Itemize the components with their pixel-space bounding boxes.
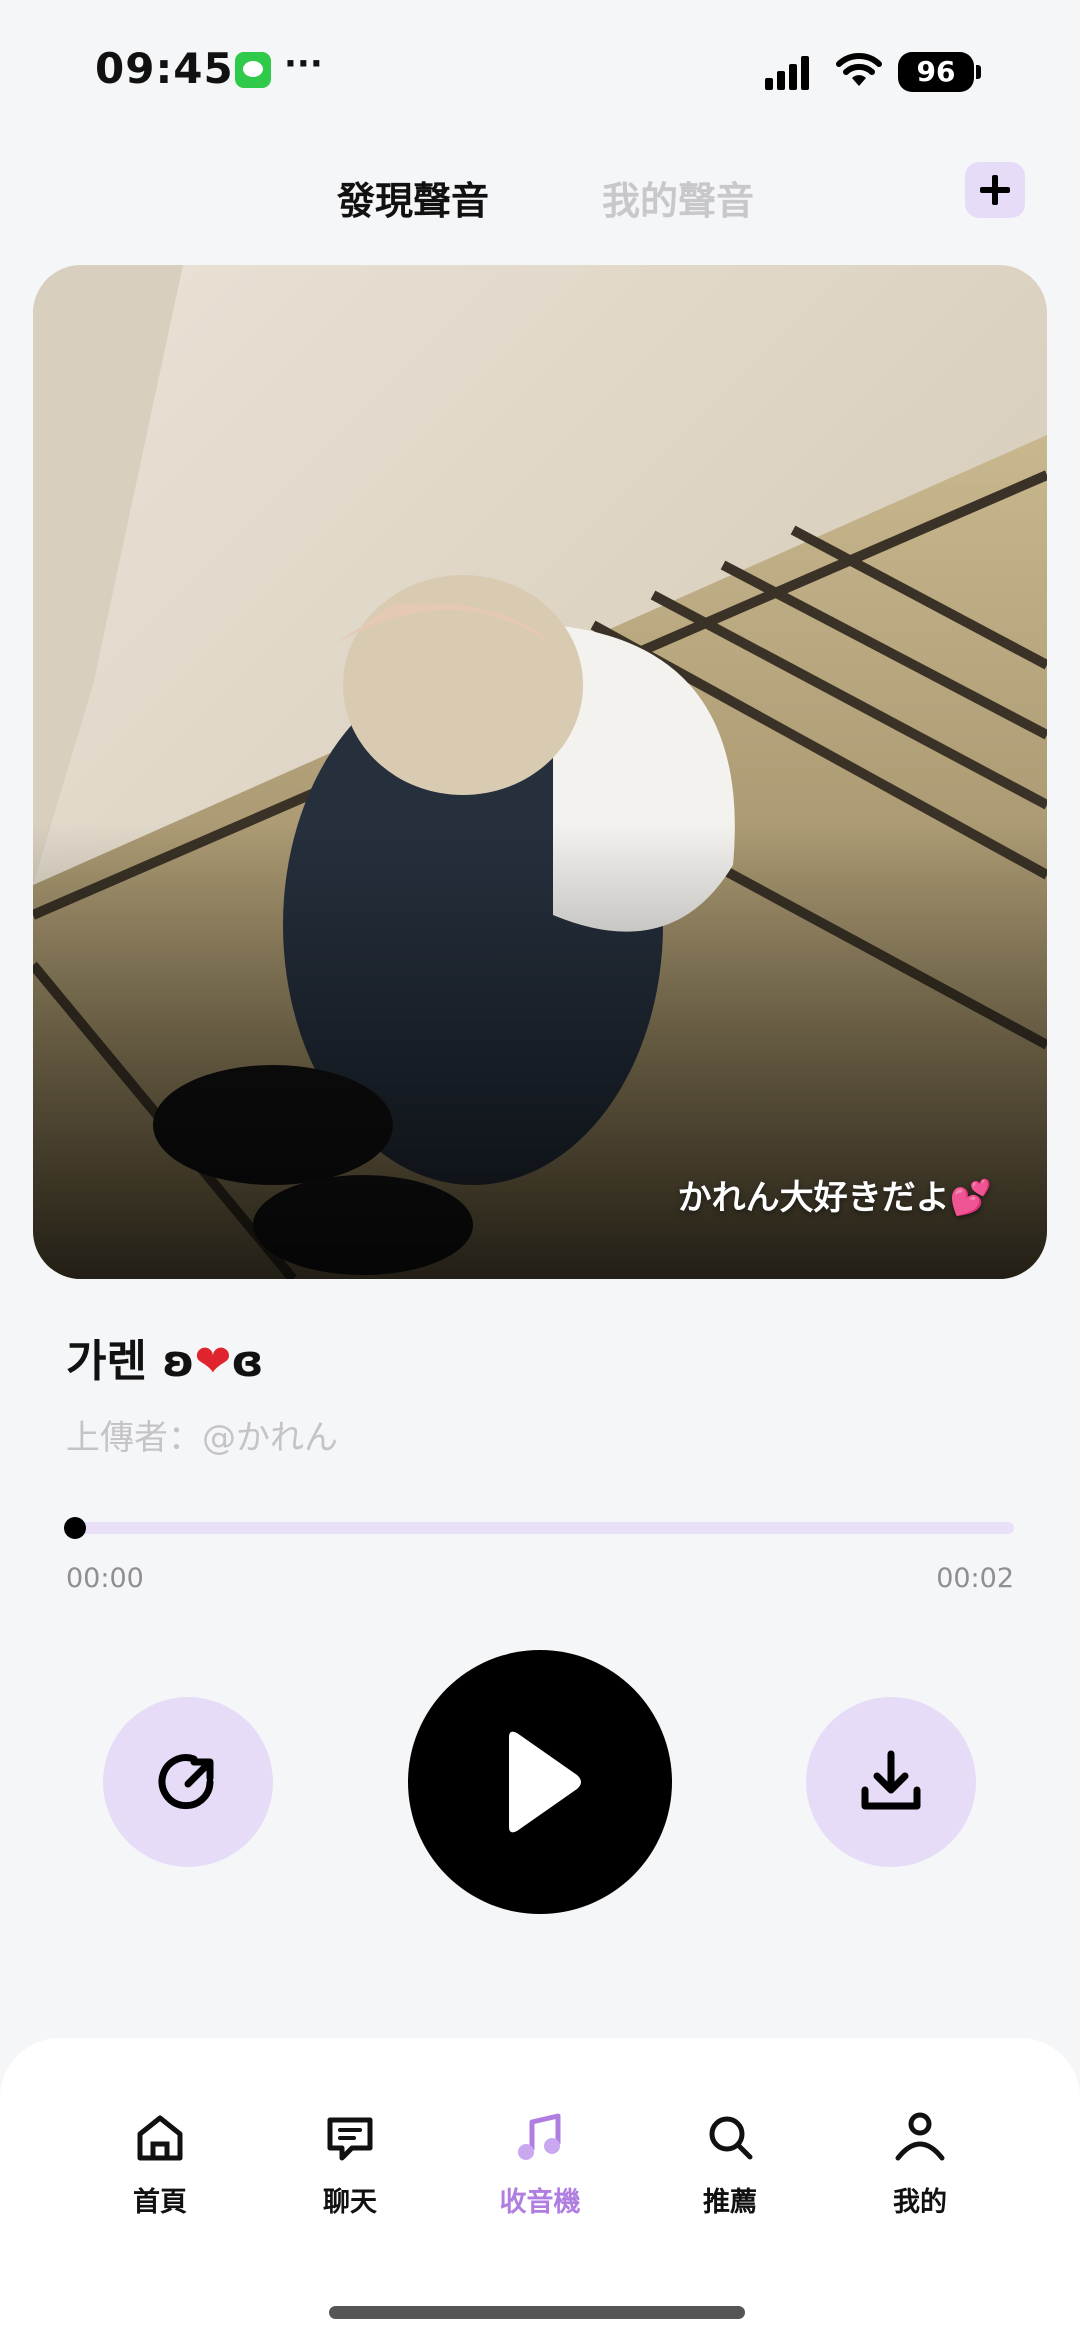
nav-label-chat: 聊天 xyxy=(323,2187,377,2218)
home-indicator[interactable] xyxy=(329,2306,745,2319)
nav-label-profile: 我的 xyxy=(893,2187,947,2218)
total-time: 00:02 xyxy=(936,1563,1014,1594)
profile-icon xyxy=(895,2112,945,2161)
nav-item-radio[interactable]: 收音機 xyxy=(465,2110,615,2219)
download-button[interactable] xyxy=(806,1697,976,1867)
tab-discover-sounds[interactable]: 發現聲音 xyxy=(337,170,489,225)
track-title: 가렌 ʚ❤ɞ xyxy=(66,1325,264,1389)
nav-item-chat[interactable]: 聊天 xyxy=(275,2110,425,2219)
uploader-label[interactable]: 上傳者：@かれん xyxy=(66,1410,338,1459)
signal-icon xyxy=(765,56,809,90)
download-icon xyxy=(861,1750,921,1810)
header-tabs: 發現聲音 我的聲音 xyxy=(0,160,1080,260)
cover-photo xyxy=(33,265,1047,1279)
cover-caption-text: かれん大好きだよ xyxy=(677,1178,950,1218)
home-icon xyxy=(137,2115,183,2161)
play-button[interactable] xyxy=(408,1650,672,1914)
play-icon xyxy=(509,1731,581,1833)
nav-item-recommend[interactable]: 推薦 xyxy=(655,2110,805,2219)
nav-label-home: 首頁 xyxy=(133,2187,187,2218)
track-title-text: 가렌 ʚ xyxy=(66,1336,195,1387)
progress-bar[interactable] xyxy=(66,1522,1014,1534)
plus-icon xyxy=(980,175,1010,205)
add-button[interactable] xyxy=(965,162,1025,218)
replay-button[interactable] xyxy=(103,1697,273,1867)
cover-image: かれん大好きだよ💕 xyxy=(33,265,1047,1279)
nav-item-home[interactable]: 首頁 xyxy=(85,2110,235,2219)
nav-label-recommend: 推薦 xyxy=(703,2187,757,2218)
status-bar: 09:45 ··· 96 xyxy=(0,0,1080,140)
status-time: 09:45 xyxy=(95,44,234,93)
current-time: 00:00 xyxy=(66,1563,144,1594)
wifi-icon xyxy=(836,53,882,86)
music-note-icon xyxy=(518,2113,561,2160)
nav-item-profile[interactable]: 我的 xyxy=(845,2110,995,2219)
chat-icon xyxy=(327,2117,373,2161)
search-icon xyxy=(709,2116,753,2160)
tab-my-sounds[interactable]: 我的聲音 xyxy=(602,170,754,225)
cover-caption: かれん大好きだよ💕 xyxy=(678,1170,992,1219)
replay-icon xyxy=(158,1754,214,1810)
track-title-end: ɞ xyxy=(231,1336,264,1387)
track-title-heart: ❤ xyxy=(194,1336,232,1387)
hearts-emoji: 💕 xyxy=(949,1178,992,1218)
progress-thumb[interactable] xyxy=(64,1517,86,1539)
battery-icon: 96 xyxy=(898,52,981,92)
nav-label-radio: 收音機 xyxy=(499,2187,581,2218)
status-more-indicator: ··· xyxy=(284,44,323,84)
bottom-nav: 首頁 聊天 收音機 推薦 我的 xyxy=(0,2038,1080,2339)
messages-icon xyxy=(235,52,271,88)
